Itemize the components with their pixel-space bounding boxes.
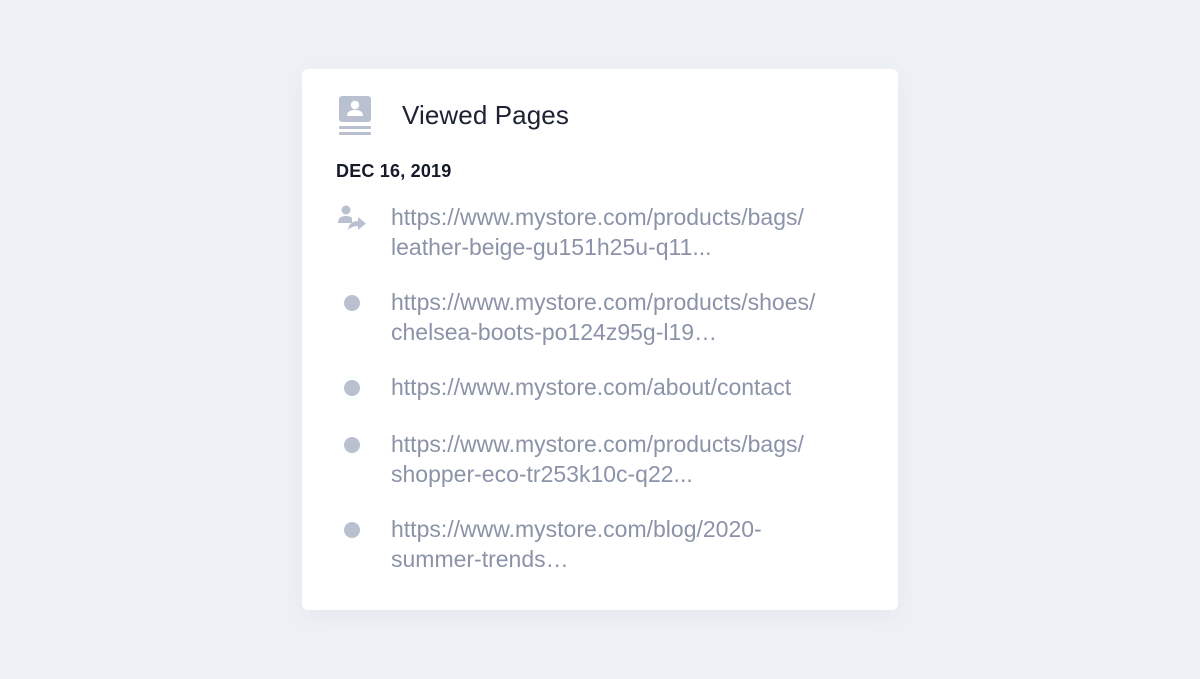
- dot-icon: [336, 429, 368, 461]
- list-item: https://www.mystore.com/about/contact: [336, 372, 876, 404]
- page-link-line-2: leather-beige-gu151h25u-q11...: [391, 234, 712, 260]
- card-header: Viewed Pages: [338, 95, 569, 135]
- card-title: Viewed Pages: [402, 99, 569, 130]
- page-link-line-1: https://www.mystore.com/blog/2020-: [391, 516, 762, 542]
- contact-card-icon: [338, 95, 372, 135]
- page-link[interactable]: https://www.mystore.com/blog/2020- summe…: [391, 514, 866, 574]
- page-link[interactable]: https://www.mystore.com/about/contact: [391, 372, 866, 402]
- page-link[interactable]: https://www.mystore.com/products/shoes/ …: [391, 287, 866, 347]
- page-link-line-2: shopper-eco-tr253k10c-q22...: [391, 461, 693, 487]
- page-link-line-1: https://www.mystore.com/products/bags/: [391, 204, 804, 230]
- page-link-line-1: https://www.mystore.com/products/bags/: [391, 431, 804, 457]
- list-item: https://www.mystore.com/products/bags/ s…: [336, 429, 876, 489]
- page-link[interactable]: https://www.mystore.com/products/bags/ l…: [391, 202, 866, 262]
- list-item: https://www.mystore.com/products/bags/ l…: [336, 202, 876, 262]
- page-link-line-2: chelsea-boots-po124z95g-l19…: [391, 319, 718, 345]
- visit-date: DEC 16, 2019: [336, 161, 452, 181]
- dot-icon: [336, 287, 368, 319]
- page-link-line-1: https://www.mystore.com/about/contact: [391, 374, 792, 400]
- list-item: https://www.mystore.com/products/shoes/ …: [336, 287, 876, 347]
- page-link-line-1: https://www.mystore.com/products/shoes/: [391, 289, 816, 315]
- entry-arrow-icon: [336, 202, 368, 234]
- dot-icon: [336, 372, 368, 404]
- page-link-line-2: summer-trends…: [391, 546, 569, 572]
- viewed-pages-card: Viewed Pages DEC 16, 2019 https://www.my…: [302, 69, 898, 610]
- list-item: https://www.mystore.com/blog/2020- summe…: [336, 514, 876, 574]
- dot-icon: [336, 514, 368, 546]
- page-link[interactable]: https://www.mystore.com/products/bags/ s…: [391, 429, 866, 489]
- viewed-pages-list: https://www.mystore.com/products/bags/ l…: [336, 202, 876, 599]
